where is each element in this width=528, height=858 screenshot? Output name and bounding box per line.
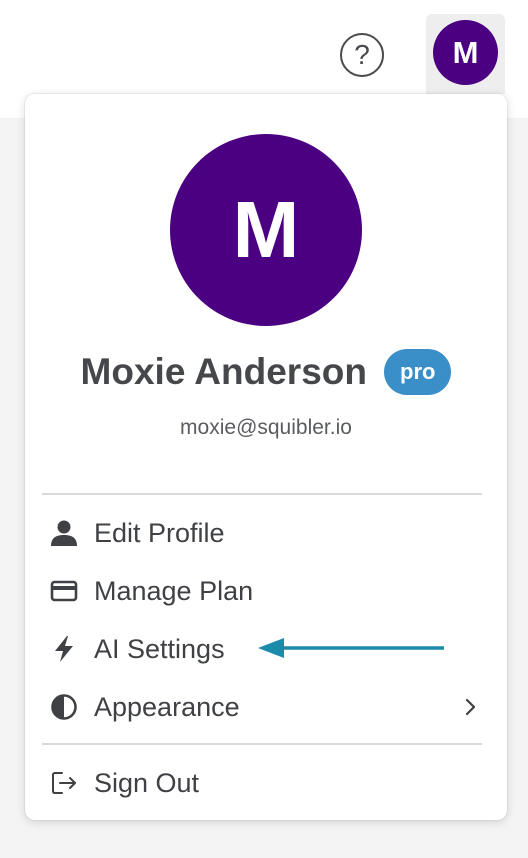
user-email: moxie@squibler.io	[180, 416, 352, 439]
avatar-initial: M	[452, 34, 479, 70]
menu-item-edit-profile[interactable]: Edit Profile	[42, 508, 482, 558]
annotation-arrow	[258, 638, 444, 658]
credit-card-icon	[50, 577, 78, 605]
sign-out-icon	[50, 769, 78, 797]
lightning-bolt-icon	[50, 635, 78, 663]
profile-avatar: M	[170, 134, 362, 326]
chevron-right-icon	[458, 695, 482, 719]
help-button[interactable]: ?	[340, 33, 384, 77]
question-mark-icon: ?	[354, 39, 370, 70]
menu-divider-bottom	[42, 743, 482, 745]
user-name: Moxie Anderson	[80, 351, 367, 392]
menu-divider-top	[42, 493, 482, 495]
menu-item-appearance[interactable]: Appearance	[42, 682, 482, 732]
person-icon	[50, 519, 78, 547]
menu-item-label: Edit Profile	[94, 517, 225, 548]
menu-item-label: AI Settings	[94, 633, 225, 664]
menu-item-label: Manage Plan	[94, 575, 254, 606]
menu-item-label: Appearance	[94, 691, 240, 722]
user-avatar-button[interactable]: M	[433, 20, 498, 85]
contrast-icon	[50, 693, 78, 721]
profile-avatar-initial: M	[232, 185, 300, 274]
menu-item-sign-out[interactable]: Sign Out	[42, 758, 482, 808]
profile-name-row: Moxie Anderson pro	[25, 344, 507, 400]
menu-item-label: Sign Out	[94, 767, 200, 798]
plan-badge: pro	[384, 349, 452, 395]
menu-item-manage-plan[interactable]: Manage Plan	[42, 566, 482, 616]
